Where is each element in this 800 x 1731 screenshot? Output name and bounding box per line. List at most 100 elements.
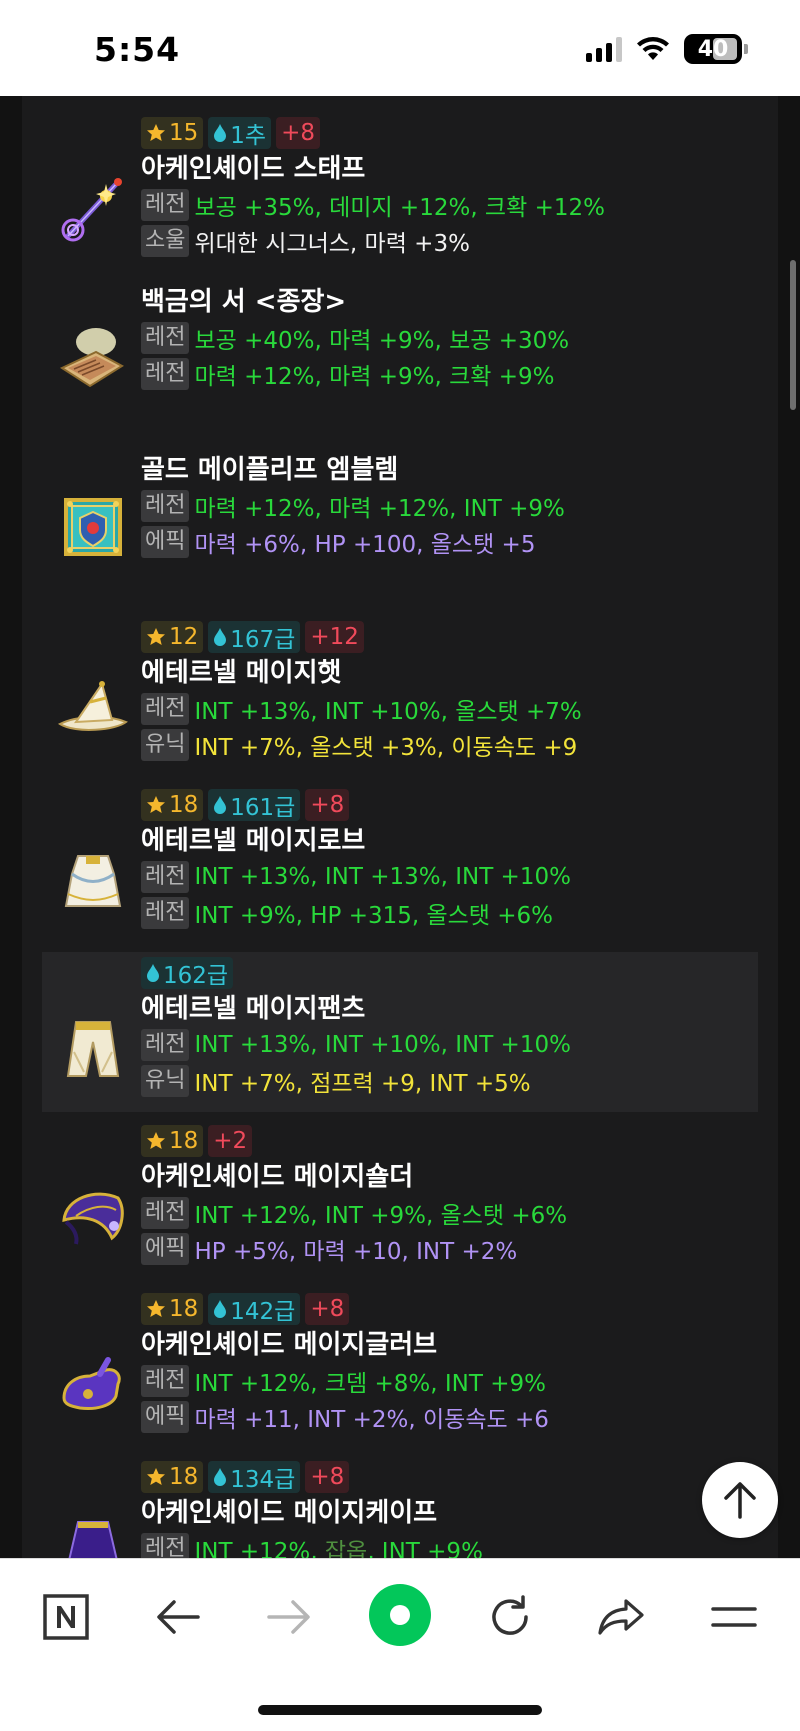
potential-text: 위대한 시그너스, 마력 +3% (194, 231, 470, 257)
item-details: 162급 에테르넬 메이지팬츠 레전 INT +13%, INT +10%, INT … (141, 956, 721, 1099)
potential-line: 레전 마력 +12%, 마력 +9%, 크확 +9% (141, 356, 721, 392)
potential-line: 레전 INT +12%, INT +9%, 올스탯 +6% (141, 1195, 721, 1231)
item-badges: 18 142급 +8 (141, 1292, 721, 1326)
item-details: 12 167급 +12 에테르넬 메이지햇 레전 INT +13%, INT +10%, … (141, 620, 721, 763)
badge-text: 18 (169, 792, 199, 818)
potential-grade-tag: 에픽 (141, 1233, 190, 1265)
badge-text: 167급 (230, 627, 296, 653)
potential-text: INT +13%, INT +10%, 올스탯 +7% (194, 699, 582, 725)
badge-text: +8 (310, 1464, 345, 1490)
cellular-signal-icon (586, 36, 622, 62)
potential-text: 보공 +35%, 데미지 +12%, 크확 +12% (194, 195, 605, 221)
soul-drop-icon (214, 796, 227, 814)
potential-text: INT +13%, INT +13%, INT +10% (194, 864, 571, 890)
refresh-button[interactable] (480, 1587, 540, 1647)
equipment-item[interactable]: 18 161급 +8 에테르넬 메이지로브 레전 INT +13%, INT +13%, … (42, 784, 758, 952)
soul-badge: 161급 (208, 789, 301, 821)
green-dot-button[interactable] (368, 1583, 432, 1647)
starforce-badge: 18 (141, 1293, 204, 1325)
scrollbar[interactable] (790, 260, 796, 410)
badge-text: +8 (281, 120, 315, 146)
item-details: 백금의 서 <종장> 레전 보공 +40%, 마력 +9%, 보공 +30% 레전 마력… (141, 284, 721, 392)
potential-segment: , INT +9% (367, 1539, 483, 1558)
starforce-badge: 18 (141, 1461, 204, 1493)
mage-glove-icon (56, 1348, 130, 1422)
potential-line: 레전 INT +9%, HP +315, 올스탯 +6% (141, 895, 721, 931)
item-name: 아케인셰이드 메이지숄더 (141, 1162, 414, 1192)
potential-line: 레전 INT +13%, INT +10%, 올스탯 +7% (141, 691, 721, 727)
potential-text: INT +12%, 크뎀 +8%, INT +9% (194, 1371, 546, 1397)
equipment-page[interactable]: 15 1추 +8 아케인셰이드 스태프레전 보공 +35%, 데미지 +12%, 크확 … (0, 96, 800, 1558)
potential-grade-tag: 유닉 (141, 729, 190, 761)
mage-robe-icon (56, 844, 130, 918)
status-time: 5:54 (94, 30, 181, 69)
equipment-item[interactable]: 백금의 서 <종장> 레전 보공 +40%, 마력 +9%, 보공 +30% 레전 마력… (42, 280, 758, 448)
equipment-item[interactable]: 18 134급 +8 아케인셰이드 메이지케이프 레전 INT +12%, 잡옵, INT… (42, 1456, 758, 1558)
badge-text: 12 (169, 624, 199, 650)
item-badges: 162급 (141, 956, 721, 990)
badge-text: 1추 (230, 123, 267, 149)
naver-home-button[interactable] (36, 1587, 96, 1647)
mage-shoulder-icon (56, 1180, 130, 1254)
soul-badge: 142급 (208, 1293, 301, 1325)
badge-text: 134급 (230, 1467, 296, 1493)
potential-text: 마력 +12%, 마력 +12%, INT +9% (194, 496, 565, 522)
starforce-badge: 15 (141, 117, 204, 149)
potential-grade-tag: 레전 (141, 1029, 190, 1061)
share-icon (598, 1599, 644, 1635)
potential-grade-tag: 레전 (141, 693, 190, 725)
starforce-badge: 18 (141, 1125, 204, 1157)
item-name: 에테르넬 메이지팬츠 (141, 994, 366, 1024)
menu-button[interactable] (704, 1587, 764, 1647)
back-arrow-icon (157, 1600, 200, 1634)
equipment-item[interactable]: 12 167급 +12 에테르넬 메이지햇 레전 INT +13%, INT +10%, … (42, 616, 758, 784)
upgrade-badge: +8 (305, 789, 350, 821)
potential-line: 유닉 INT +7%, 올스탯 +3%, 이동속도 +9 (141, 727, 721, 763)
item-name: 에테르넬 메이지로브 (141, 826, 366, 856)
equipment-item[interactable]: 18 142급 +8 아케인셰이드 메이지글러브 레전 INT +12%, 크뎀 +8%,… (42, 1288, 758, 1456)
star-icon (147, 124, 165, 141)
potential-grade-tag: 레전 (141, 1365, 190, 1397)
potential-text: 보공 +40%, 마력 +9%, 보공 +30% (194, 328, 570, 354)
potential-line: 유닉 INT +7%, 점프력 +9, INT +5% (141, 1063, 721, 1099)
potential-text: INT +7%, 점프력 +9, INT +5% (194, 1071, 531, 1097)
mage-hat-icon (56, 676, 130, 750)
item-details: 18 +2 아케인셰이드 메이지숄더 레전 INT +12%, INT +9%, 올스탯… (141, 1124, 721, 1267)
soul-drop-icon (214, 124, 227, 142)
equipment-item[interactable]: 골드 메이플리프 엠블렘 레전 마력 +12%, 마력 +12%, INT +9% 에… (42, 448, 758, 616)
equipment-item[interactable]: 18 +2 아케인셰이드 메이지숄더 레전 INT +12%, INT +9%, 올스탯… (42, 1120, 758, 1288)
badge-text: 18 (169, 1296, 199, 1322)
badge-text: 161급 (230, 795, 296, 821)
potential-line: 레전 INT +12%, 크뎀 +8%, INT +9% (141, 1363, 721, 1399)
potential-segment: INT +12%, (194, 1539, 325, 1558)
soul-drop-icon (214, 1300, 227, 1318)
badge-text: +8 (310, 1296, 345, 1322)
star-icon (147, 1468, 165, 1485)
potential-text: INT +9%, HP +315, 올스탯 +6% (194, 903, 554, 929)
item-badges: 18 +2 (141, 1124, 721, 1158)
battery-indicator: 40 (684, 34, 742, 64)
potential-grade-tag: 레전 (141, 897, 190, 929)
forward-button[interactable] (259, 1587, 319, 1647)
potential-grade-tag: 레전 (141, 322, 190, 354)
potential-grade-tag: 레전 (141, 358, 190, 390)
share-button[interactable] (591, 1587, 651, 1647)
scroll-to-top-button[interactable] (702, 1462, 778, 1538)
soul-drop-icon (214, 1468, 227, 1486)
potential-text: 마력 +6%, HP +100, 올스탯 +5 (194, 532, 536, 558)
potential-line: 에픽 HP +5%, 마력 +10, INT +2% (141, 1231, 721, 1267)
potential-line: 레전 마력 +12%, 마력 +12%, INT +9% (141, 488, 721, 524)
status-bar: 5:54 40 (0, 0, 800, 96)
equipment-item[interactable]: 15 1추 +8 아케인셰이드 스태프 레전 보공 +35%, 데미지 +12%, 크확 … (42, 112, 758, 280)
back-button[interactable] (148, 1587, 208, 1647)
potential-line: 레전 보공 +40%, 마력 +9%, 보공 +30% (141, 320, 721, 356)
item-badges: 12 167급 +12 (141, 620, 721, 654)
badge-text: 162급 (163, 963, 229, 989)
item-name: 골드 메이플리프 엠블렘 (141, 455, 399, 485)
battery-level: 40 (697, 36, 729, 62)
green-dot-icon (369, 1584, 431, 1646)
mage-pants-icon (56, 1012, 130, 1086)
equipment-item[interactable]: 162급 에테르넬 메이지팬츠 레전 INT +13%, INT +10%, INT … (42, 952, 758, 1112)
item-name: 아케인셰이드 스태프 (141, 154, 366, 184)
potential-line: 레전 INT +13%, INT +13%, INT +10% (141, 859, 721, 895)
